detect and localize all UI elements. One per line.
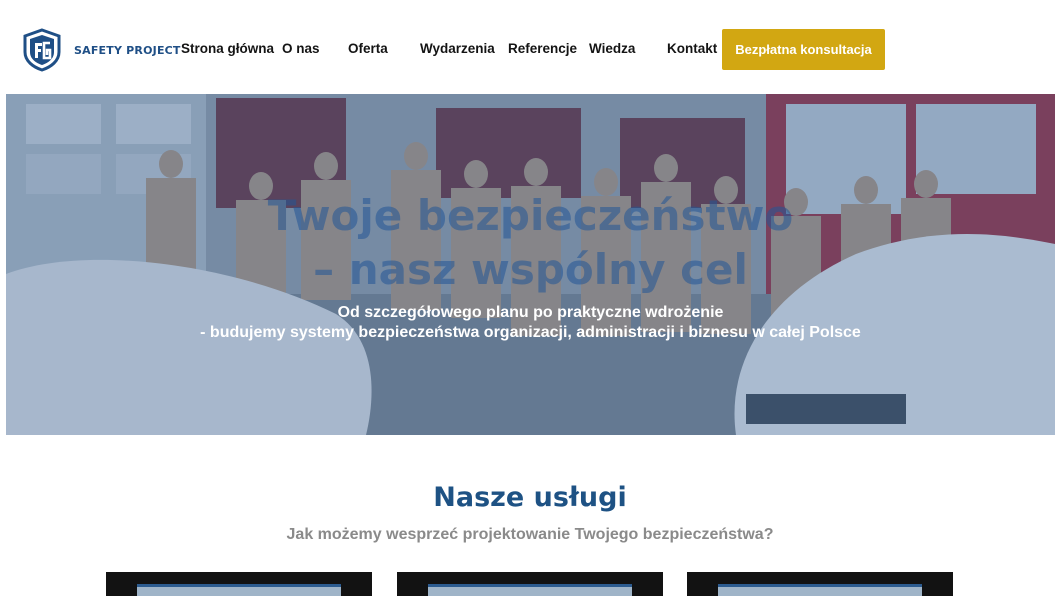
hero-title-line-1: Twoje bezpieczeństwo (267, 191, 794, 240)
service-card-image (428, 584, 632, 596)
brand-name: SAFETY PROJECT (74, 43, 181, 57)
hero-banner: Twoje bezpieczeństwo – nasz wspólny cel … (6, 94, 1055, 435)
site-header: SAFETY PROJECT Strona główna O nas Ofert… (0, 0, 1060, 94)
services-subheading: Jak możemy wesprzeć projektowanie Twojeg… (286, 526, 774, 543)
nav-item-strona-glowna[interactable]: Strona główna (181, 41, 274, 56)
free-consultation-button[interactable]: Bezpłatna konsultacja (722, 29, 885, 70)
hero-subtitle-line-1: Od szczegółowego planu po praktyczne wdr… (337, 304, 724, 321)
nav-item-wydarzenia[interactable]: Wydarzenia (420, 41, 495, 56)
services-heading: Nasze usługi (433, 482, 627, 513)
nav-item-o-nas[interactable]: O nas (282, 41, 320, 56)
nav-item-oferta[interactable]: Oferta (348, 41, 388, 56)
nav-item-referencje[interactable]: Referencje (508, 41, 577, 56)
service-card[interactable] (106, 572, 372, 596)
shield-logo-icon (23, 28, 61, 72)
hero-title-line-2: – nasz wspólny cel (313, 245, 748, 294)
service-card[interactable] (687, 572, 953, 596)
brand-logo[interactable]: SAFETY PROJECT (22, 28, 181, 72)
nav-item-wiedza[interactable]: Wiedza (589, 41, 635, 56)
nav-item-kontakt[interactable]: Kontakt (667, 41, 717, 56)
service-card[interactable] (397, 572, 663, 596)
service-card-image (137, 584, 341, 596)
service-card-image (718, 584, 922, 596)
hero-subtitle-line-2: - budujemy systemy bezpieczeństwa organi… (200, 324, 861, 341)
